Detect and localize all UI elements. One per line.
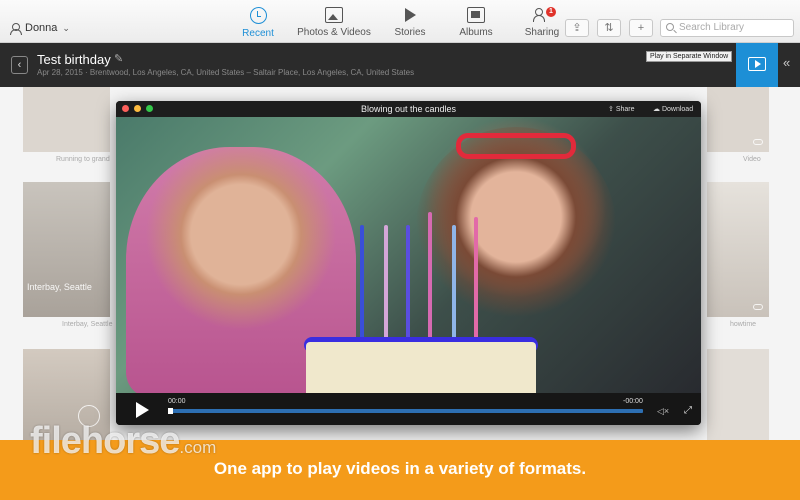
back-button[interactable]: ‹ <box>11 56 28 74</box>
tab-label: Stories <box>394 27 426 38</box>
search-placeholder: Search Library <box>679 22 745 33</box>
chevron-down-icon: ⌄ <box>62 22 70 33</box>
sort-icon: ⇅ <box>604 22 614 34</box>
event-header: ‹ Test birthday ✎ Apr 28, 2015 · Brentwo… <box>0 43 800 87</box>
watermark-text: filehorse <box>30 420 180 462</box>
search-input[interactable]: Search Library <box>660 19 794 37</box>
event-title[interactable]: Test birthday <box>37 52 111 67</box>
collapse-panel-icon[interactable]: « <box>783 55 790 70</box>
share-icon: ⇪ <box>608 106 616 113</box>
tab-label: Photos & Videos <box>297 27 371 38</box>
stories-icon <box>401 7 419 23</box>
tab-stories[interactable]: Stories <box>380 5 440 39</box>
notification-badge: 1 <box>546 7 556 17</box>
photo-caption: Interbay, Seattle <box>62 321 113 328</box>
tab-recent[interactable]: Recent <box>228 5 288 39</box>
user-icon <box>10 22 22 35</box>
add-button[interactable]: + <box>629 19 653 37</box>
tab-albums[interactable]: Albums <box>446 5 506 39</box>
download-button[interactable]: ☁ Download <box>653 105 693 113</box>
app-window: Donna ⌄ Recent Photos & Videos Stories A… <box>0 0 800 500</box>
fullscreen-icon[interactable]: ⤢ <box>684 405 692 416</box>
candle <box>360 225 364 345</box>
sort-button[interactable]: ⇅ <box>597 19 621 37</box>
play-in-separate-window-button[interactable] <box>736 43 778 87</box>
search-icon <box>666 23 674 31</box>
edit-pencil-icon[interactable]: ✎ <box>114 52 123 65</box>
top-toolbar: Donna ⌄ Recent Photos & Videos Stories A… <box>0 0 800 43</box>
watermark-suffix: .com <box>179 438 217 457</box>
main-tabs: Recent Photos & Videos Stories Albums 1 … <box>228 5 578 39</box>
photo-tile[interactable]: Interbay, Seattle <box>23 182 110 317</box>
user-menu[interactable]: Donna ⌄ <box>10 22 70 35</box>
candle <box>384 225 388 345</box>
photos-icon <box>325 7 343 23</box>
albums-icon <box>467 7 485 23</box>
share-button[interactable]: ⇪ Share <box>608 105 635 113</box>
play-icon[interactable] <box>136 402 149 418</box>
mute-icon[interactable]: ◁× <box>657 406 669 417</box>
time-elapsed: 00:00 <box>168 398 186 405</box>
video-player-window: Blowing out the candles ⇪ Share ☁ Downlo… <box>116 101 701 425</box>
photo-tile[interactable] <box>707 87 769 152</box>
upload-button[interactable]: ⇪ <box>565 19 589 37</box>
cloud-icon <box>753 139 763 145</box>
tile-location-label: Interbay, Seattle <box>27 282 92 292</box>
tab-label: Albums <box>459 27 493 38</box>
candle <box>428 212 432 345</box>
birthday-cake <box>306 342 536 395</box>
progress-handle[interactable] <box>168 408 173 414</box>
upload-icon: ⇪ <box>572 22 582 34</box>
photo-caption: howtime <box>730 321 757 328</box>
download-label: Download <box>661 106 694 113</box>
cloud-icon <box>753 304 763 310</box>
tab-photos-videos[interactable]: Photos & Videos <box>294 5 374 39</box>
candle <box>406 225 410 345</box>
party-glasses <box>456 133 576 159</box>
candle <box>474 217 478 345</box>
watermark-logo: filehorse.com <box>30 420 216 463</box>
event-subtitle: Apr 28, 2015 · Brentwood, Los Angeles, C… <box>37 68 415 77</box>
user-name: Donna <box>25 22 58 34</box>
video-frame[interactable] <box>116 117 701 395</box>
tab-label: Recent <box>242 28 274 39</box>
tab-sharing[interactable]: 1 Sharing <box>512 5 572 39</box>
share-label: Share <box>615 106 635 113</box>
video-titlebar: Blowing out the candles ⇪ Share ☁ Downlo… <box>116 101 701 117</box>
candle <box>452 225 456 345</box>
tab-label: Sharing <box>524 27 560 38</box>
photo-tile[interactable] <box>707 182 769 317</box>
chevron-left-icon: ‹ <box>17 59 22 71</box>
play-window-icon <box>748 57 766 71</box>
progress-bar[interactable] <box>168 409 643 413</box>
clock-icon <box>249 7 267 24</box>
plus-icon: + <box>637 22 645 34</box>
cloud-download-icon: ☁ <box>653 106 662 113</box>
photo-tile[interactable] <box>707 349 769 440</box>
photo-caption: Video <box>743 156 761 163</box>
tooltip: Play in Separate Window <box>646 51 733 62</box>
photo-tile[interactable] <box>23 87 110 152</box>
time-remaining: -00:00 <box>623 398 643 405</box>
photo-caption: Running to grand <box>56 156 110 163</box>
